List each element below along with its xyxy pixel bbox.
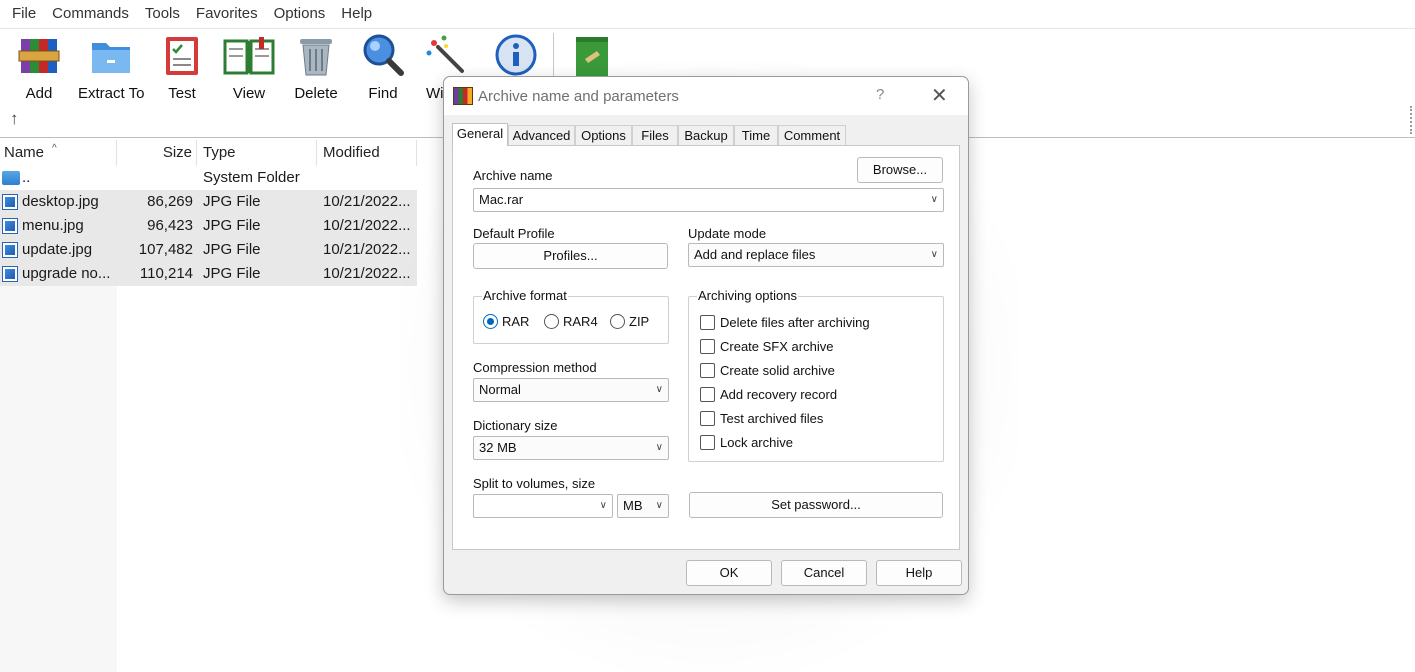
- menu-favorites[interactable]: Favorites: [188, 0, 266, 28]
- jpg-file-icon: [2, 266, 18, 282]
- tab-comment[interactable]: Comment: [778, 125, 846, 145]
- close-icon[interactable]: ✕: [931, 83, 948, 108]
- dialog-title: Archive name and parameters: [478, 88, 679, 105]
- tab-time[interactable]: Time: [734, 125, 778, 145]
- chevron-down-icon: ∨: [655, 500, 663, 511]
- winrar-app-icon: [453, 87, 473, 105]
- jpg-file-icon: [2, 242, 18, 258]
- delete-after-archiving-checkbox[interactable]: Delete files after archiving: [700, 315, 870, 330]
- delete-button[interactable]: Delete: [293, 33, 339, 102]
- magnifier-icon: [361, 33, 405, 77]
- profiles-button[interactable]: Profiles...: [473, 243, 668, 269]
- chevron-down-icon: ∨: [930, 249, 938, 260]
- format-zip-radio[interactable]: ZIP: [610, 314, 649, 329]
- menu-options[interactable]: Options: [266, 0, 334, 28]
- table-row[interactable]: desktop.jpg 86,269 JPG File 10/21/2022..…: [0, 190, 417, 214]
- tab-backup[interactable]: Backup: [678, 125, 734, 145]
- trash-icon: [294, 33, 338, 77]
- menu-commands[interactable]: Commands: [44, 0, 137, 28]
- find-button[interactable]: Find: [361, 33, 405, 102]
- menu-file[interactable]: File: [4, 0, 44, 28]
- menu-help[interactable]: Help: [333, 0, 380, 28]
- chevron-down-icon: ∨: [930, 194, 938, 205]
- file-list-header: Name ^ Size Type Modified: [0, 140, 417, 166]
- sort-ascending-icon: ^: [52, 143, 57, 154]
- dictionary-size-select[interactable]: 32 MB ∨: [473, 436, 669, 460]
- compression-method-label: Compression method: [473, 360, 597, 375]
- name-column-background: [0, 286, 117, 672]
- toolbar-grip[interactable]: [1410, 106, 1412, 134]
- format-rar4-radio[interactable]: RAR4: [544, 314, 598, 329]
- general-tab-panel: Archive name Browse... Mac.rar ∨ Default …: [452, 145, 960, 550]
- create-sfx-checkbox[interactable]: Create SFX archive: [700, 339, 833, 354]
- jpg-file-icon: [2, 218, 18, 234]
- help-question-icon[interactable]: ?: [876, 86, 884, 103]
- chevron-down-icon: ∨: [655, 442, 663, 453]
- browse-button[interactable]: Browse...: [857, 157, 943, 183]
- help-button[interactable]: Help: [876, 560, 962, 586]
- test-button[interactable]: Test: [160, 33, 204, 102]
- tab-options[interactable]: Options: [575, 125, 632, 145]
- add-recovery-record-checkbox[interactable]: Add recovery record: [700, 387, 837, 402]
- up-arrow-icon[interactable]: ↑: [10, 109, 19, 129]
- tab-files[interactable]: Files: [632, 125, 678, 145]
- dictionary-size-label: Dictionary size: [473, 418, 558, 433]
- split-volumes-label: Split to volumes, size: [473, 476, 596, 491]
- split-volumes-input[interactable]: ∨: [473, 494, 613, 518]
- archive-format-group: Archive format RAR RAR4 ZIP: [473, 288, 669, 344]
- folder-icon: [89, 33, 133, 77]
- archive-name-input[interactable]: Mac.rar ∨: [473, 188, 944, 212]
- column-name[interactable]: Name ^: [0, 140, 117, 166]
- open-book-icon: [223, 33, 275, 77]
- view-button[interactable]: View: [222, 33, 276, 102]
- split-unit-select[interactable]: MB ∨: [617, 494, 669, 518]
- default-profile-label: Default Profile: [473, 226, 555, 241]
- tab-advanced[interactable]: Advanced: [508, 125, 575, 145]
- archiving-options-group: Archiving options Delete files after arc…: [688, 288, 944, 462]
- update-mode-label: Update mode: [688, 226, 767, 241]
- cancel-button[interactable]: Cancel: [781, 560, 867, 586]
- table-row[interactable]: upgrade no... 110,214 JPG File 10/21/202…: [0, 262, 417, 286]
- dialog-titlebar[interactable]: Archive name and parameters ? ✕: [444, 77, 968, 115]
- archive-name-label: Archive name: [473, 168, 553, 183]
- chevron-down-icon: ∨: [599, 500, 607, 511]
- archive-books-icon: [17, 33, 61, 77]
- table-row[interactable]: .. System Folder: [0, 166, 417, 190]
- ok-button[interactable]: OK: [686, 560, 772, 586]
- parent-folder-icon: [2, 171, 20, 185]
- column-type[interactable]: Type: [197, 140, 317, 166]
- set-password-button[interactable]: Set password...: [689, 492, 943, 518]
- table-row[interactable]: menu.jpg 96,423 JPG File 10/21/2022...: [0, 214, 417, 238]
- archive-parameters-dialog: Archive name and parameters ? ✕ General …: [443, 76, 969, 595]
- jpg-file-icon: [2, 194, 18, 210]
- chevron-down-icon: ∨: [655, 384, 663, 395]
- test-archived-files-checkbox[interactable]: Test archived files: [700, 411, 823, 426]
- create-solid-checkbox[interactable]: Create solid archive: [700, 363, 835, 378]
- menu-bar: File Commands Tools Favorites Options He…: [0, 0, 1415, 28]
- format-rar-radio[interactable]: RAR: [483, 314, 529, 329]
- menu-tools[interactable]: Tools: [137, 0, 188, 28]
- compression-method-select[interactable]: Normal ∨: [473, 378, 669, 402]
- lock-archive-checkbox[interactable]: Lock archive: [700, 435, 793, 450]
- checklist-icon: [160, 33, 204, 77]
- tab-general[interactable]: General: [452, 123, 508, 146]
- add-button[interactable]: Add: [17, 33, 61, 102]
- column-size[interactable]: Size: [117, 140, 197, 166]
- extract-to-button[interactable]: Extract To: [78, 33, 144, 102]
- table-row[interactable]: update.jpg 107,482 JPG File 10/21/2022..…: [0, 238, 417, 262]
- update-mode-select[interactable]: Add and replace files ∨: [688, 243, 944, 267]
